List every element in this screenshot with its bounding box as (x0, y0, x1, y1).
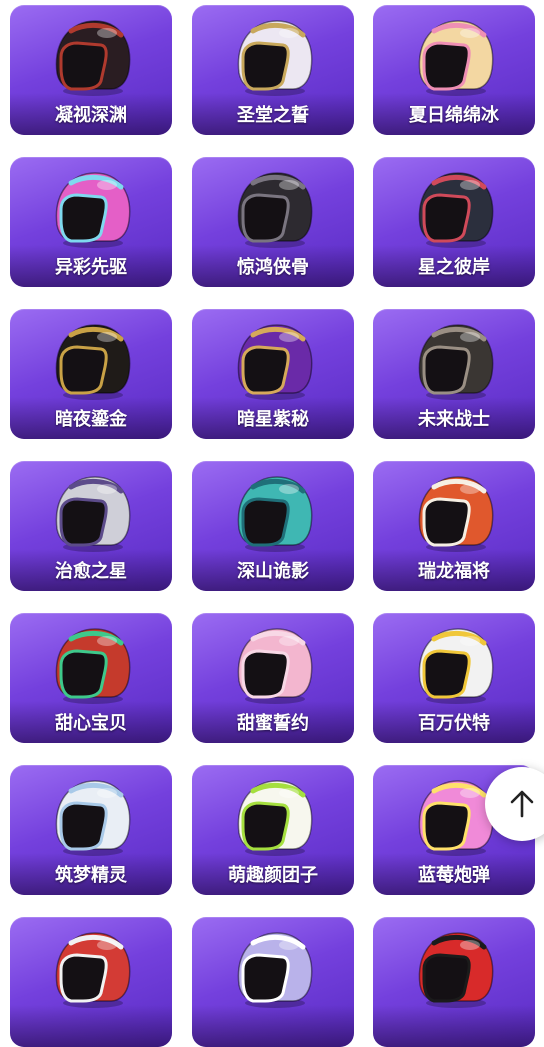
helmet-name: 治愈之星 (55, 561, 127, 582)
helmet-image (223, 619, 323, 709)
helmet-red-icon (55, 932, 131, 1008)
helmet-card[interactable]: 治愈之星 (10, 461, 172, 591)
helmet-grid: 凝视深渊 圣堂之誓 夏日绵绵冰异彩先驱 惊鸿侠骨 星之彼岸暗夜鎏金 暗星紫秘 未来战士治愈之… (0, 0, 544, 1047)
helmet-card[interactable] (373, 917, 535, 1047)
helmet-feathered-icon (55, 20, 131, 96)
helmet-card[interactable]: 筑梦精灵 (10, 765, 172, 895)
helmet-name: 瑞龙福将 (418, 561, 490, 582)
helmet-card[interactable]: 惊鸿侠骨 (192, 157, 354, 287)
helmet-icecream-icon (418, 20, 494, 96)
helmet-card[interactable]: 甜蜜誓约 (192, 613, 354, 743)
helmet-purple-gold-icon (237, 324, 313, 400)
helmet-card[interactable]: 百万伏特 (373, 613, 535, 743)
helmet-pink-icon (55, 172, 131, 248)
helmet-yellow-icon (418, 628, 494, 704)
helmet-name: 百万伏特 (418, 713, 490, 734)
helmet-teal-icon (237, 476, 313, 552)
helmet-image (223, 11, 323, 101)
helmet-card[interactable]: 甜心宝贝 (10, 613, 172, 743)
helmet-red-visor-icon (55, 628, 131, 704)
helmet-name: 暗夜鎏金 (55, 409, 127, 430)
helmet-name: 夏日绵绵冰 (409, 105, 499, 126)
helmet-card[interactable]: 星之彼岸 (373, 157, 535, 287)
helmet-silver-icon (55, 476, 131, 552)
helmet-image (404, 923, 504, 1013)
helmet-grey-icon (418, 324, 494, 400)
helmet-light-icon (55, 780, 131, 856)
helmet-name: 暗星紫秘 (237, 409, 309, 430)
helmet-name: 未来战士 (418, 409, 490, 430)
helmet-image (223, 163, 323, 253)
helmet-image (41, 163, 141, 253)
helmet-red-cat-icon (418, 932, 494, 1008)
helmet-card[interactable]: 异彩先驱 (10, 157, 172, 287)
helmet-image (41, 11, 141, 101)
helmet-card[interactable]: 暗星紫秘 (192, 309, 354, 439)
helmet-image (41, 923, 141, 1013)
helmet-image (223, 467, 323, 557)
helmet-image (404, 163, 504, 253)
helmet-white-icon (237, 20, 313, 96)
helmet-gold-black-icon (55, 324, 131, 400)
arrow-up-icon (510, 790, 534, 818)
helmet-cute-white-icon (237, 780, 313, 856)
helmet-black-icon (237, 172, 313, 248)
helmet-card[interactable]: 凝视深渊 (10, 5, 172, 135)
helmet-image (404, 315, 504, 405)
helmet-image (404, 467, 504, 557)
helmet-image (404, 11, 504, 101)
helmet-card[interactable] (192, 917, 354, 1047)
helmet-image (41, 771, 141, 861)
helmet-image (41, 467, 141, 557)
helmet-image (404, 619, 504, 709)
helmet-dark-icon (418, 172, 494, 248)
helmet-name: 深山诡影 (237, 561, 309, 582)
helmet-image (223, 771, 323, 861)
helmet-name: 萌趣颜团子 (228, 865, 318, 886)
helmet-card[interactable] (10, 917, 172, 1047)
helmet-name: 凝视深渊 (55, 105, 127, 126)
helmet-name: 星之彼岸 (418, 257, 490, 278)
helmet-card[interactable]: 暗夜鎏金 (10, 309, 172, 439)
helmet-card[interactable]: 萌趣颜团子 (192, 765, 354, 895)
helmet-lavender-icon (237, 932, 313, 1008)
helmet-name: 甜心宝贝 (55, 713, 127, 734)
helmet-card[interactable]: 夏日绵绵冰 (373, 5, 535, 135)
helmet-image (223, 315, 323, 405)
helmet-card[interactable]: 圣堂之誓 (192, 5, 354, 135)
helmet-name: 异彩先驱 (55, 257, 127, 278)
helmet-name: 筑梦精灵 (55, 865, 127, 886)
helmet-name: 蓝莓炮弹 (418, 865, 490, 886)
helmet-name: 甜蜜誓约 (237, 713, 309, 734)
helmet-image (41, 619, 141, 709)
helmet-image (223, 923, 323, 1013)
helmet-card[interactable]: 瑞龙福将 (373, 461, 535, 591)
helmet-name: 圣堂之誓 (237, 105, 309, 126)
helmet-image (41, 315, 141, 405)
helmet-orange-icon (418, 476, 494, 552)
helmet-card[interactable]: 深山诡影 (192, 461, 354, 591)
helmet-card[interactable]: 未来战士 (373, 309, 535, 439)
helmet-name: 惊鸿侠骨 (237, 257, 309, 278)
helmet-pastel-pink-icon (237, 628, 313, 704)
